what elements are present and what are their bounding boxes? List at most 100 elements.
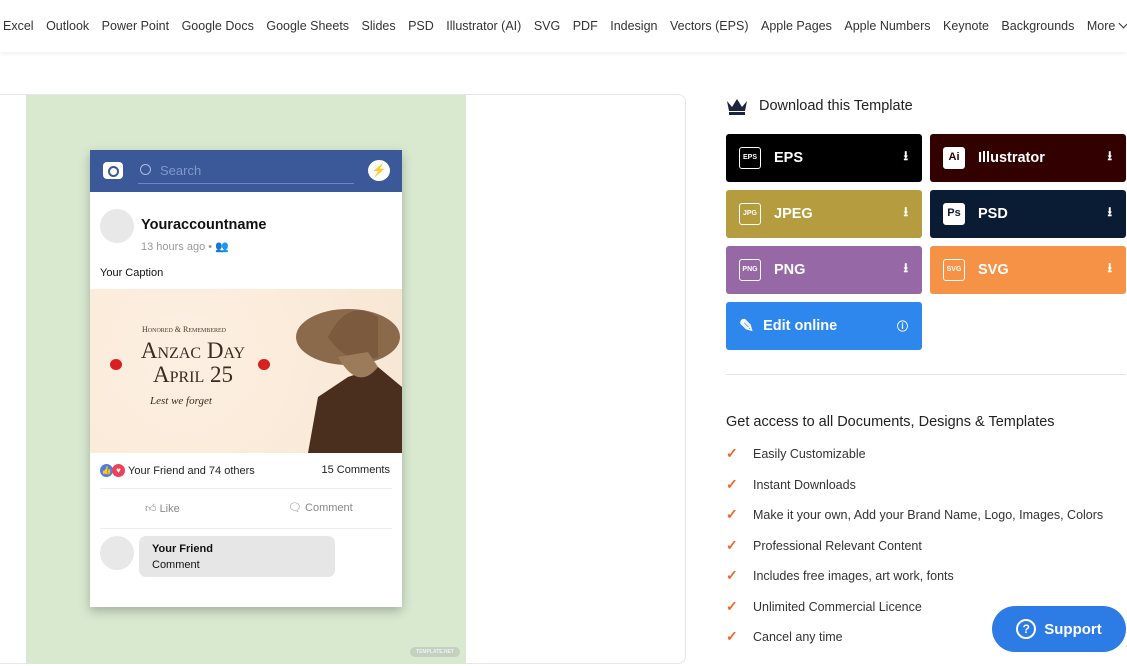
watermark: TEMPLATE.NET [410,647,460,657]
feature-text: Cancel any time [753,629,843,644]
edit-online-button[interactable]: ✎ Edit online ⓘ [726,302,922,350]
download-png-button[interactable]: PNG PNG ⭳ [726,246,922,294]
nav-indesign[interactable]: Indesign [610,19,657,33]
nav-psd[interactable]: PSD [408,19,434,33]
divider [100,528,392,529]
nav-svg[interactable]: SVG [534,19,560,33]
image-subtitle: Honored & Remembered [142,325,227,334]
post-caption: Your Caption [100,267,164,279]
feature-item: ✓ Professional Relevant Content [726,537,922,554]
nav-outlook[interactable]: Outlook [46,19,89,33]
feature-item: ✓ Cancel any time [726,628,843,645]
download-icon: ⭳ [903,204,908,219]
ps-icon: Ps [943,203,965,225]
soldier-illustration [296,309,402,453]
download-icon: ⭳ [1107,148,1112,163]
download-icon: ⭳ [1107,204,1112,219]
download-psd-button[interactable]: Ps PSD ⭳ [930,190,1126,238]
feature-text: Easily Customizable [753,446,866,461]
account-name: Youraccountname [141,217,267,233]
check-icon: ✓ [726,476,738,492]
nav-apple-pages[interactable]: Apple Pages [761,19,832,33]
download-svg-button[interactable]: SVG SVG ⭳ [930,246,1126,294]
friends-icon: 👥 [215,241,229,253]
feature-text: Includes free images, art work, fonts [753,568,954,583]
commenter-avatar [100,536,134,570]
camera-icon [103,162,123,179]
button-label: EPS [774,150,804,166]
download-illustrator-button[interactable]: Ai Illustrator ⭳ [930,134,1126,182]
anzac-day-image: Honored & Remembered Anzac Day April 25 L… [90,289,402,453]
image-tagline: Lest we forget [150,395,212,407]
nav-google-sheets[interactable]: Google Sheets [266,19,349,33]
image-title-line1: Anzac Day [140,338,246,363]
nav-illustrator[interactable]: Illustrator (AI) [446,19,521,33]
download-heading: Download this Template [726,97,913,115]
commenter-name: Your Friend [152,543,213,555]
check-icon: ✓ [726,628,738,644]
comment-bubble: Your Friend Comment [139,536,335,577]
nav-keynote[interactable]: Keynote [943,19,989,33]
image-title: Anzac Day April 25 [130,339,256,387]
nav-apple-numbers[interactable]: Apple Numbers [844,19,930,33]
nav-excel[interactable]: Excel [3,19,34,33]
post-time: 13 hours ago • 👥 [141,240,229,253]
feature-item: ✓ Easily Customizable [726,445,866,462]
messenger-icon: ⚡ [368,160,390,181]
question-icon: ? [1016,619,1037,639]
comment-button[interactable]: 🗨︎ Comment [288,501,353,514]
thumbs-up-icon: 👍︎ [145,503,157,515]
chevron-down-icon [1118,18,1127,29]
eps-file-icon: EPS [739,147,761,169]
button-label: PNG [774,262,806,278]
info-icon[interactable]: ⓘ [897,318,908,334]
support-label: Support [1044,620,1102,638]
download-icon: ⭳ [903,148,908,163]
feature-text: Professional Relevant Content [753,538,922,553]
comment-text: Comment [152,559,200,571]
reactions-summary[interactable]: 👍 ♥ Your Friend and 74 others [100,464,255,477]
feature-text: Unlimited Commercial Licence [753,599,922,614]
feature-text: Make it your own, Add your Brand Name, L… [753,507,1104,522]
divider [100,488,392,489]
download-jpeg-button[interactable]: JPG JPEG ⭳ [726,190,922,238]
check-icon: ✓ [726,567,738,583]
poppy-icon [110,359,122,370]
feature-item: ✓ Includes free images, art work, fonts [726,567,954,584]
like-button[interactable]: 👍︎ Like [145,502,180,515]
download-eps-button[interactable]: EPS EPS ⭳ [726,134,922,182]
poppy-icon [258,359,270,370]
button-label: Edit online [763,318,838,334]
download-icon: ⭳ [1107,260,1112,275]
check-icon: ✓ [726,598,738,614]
feature-text: Instant Downloads [753,477,856,492]
format-nav: Excel Outlook Power Point Google Docs Go… [0,0,1127,52]
jpg-file-icon: JPG [739,203,761,225]
comments-count[interactable]: 15 Comments [322,464,390,476]
support-button[interactable]: ? Support [992,606,1126,652]
ai-icon: Ai [943,147,965,169]
nav-google-docs[interactable]: Google Docs [182,19,254,33]
fb-header: Search ⚡ [90,150,402,192]
speech-bubble-icon: 🗨︎ [288,502,302,514]
button-label: SVG [978,262,1009,278]
pencil-icon: ✎ [739,315,755,336]
divider [726,374,1126,375]
download-title: Download this Template [759,98,913,114]
nav-more-label: More [1086,19,1116,33]
svg-file-icon: SVG [943,259,965,281]
reactions-text: Your Friend and 74 others [128,464,255,477]
feature-item: ✓ Instant Downloads [726,476,856,493]
check-icon: ✓ [726,506,738,522]
nav-more[interactable]: More [1086,18,1127,33]
nav-vectors[interactable]: Vectors (EPS) [670,19,749,33]
facebook-post-mockup: Search ⚡ Youraccountname 13 hours ago • … [90,150,402,607]
button-label: JPEG [774,206,813,222]
nav-pdf[interactable]: PDF [573,19,598,33]
nav-slides[interactable]: Slides [362,19,396,33]
nav-backgrounds[interactable]: Backgrounds [1001,19,1074,33]
crown-icon [727,99,747,115]
nav-powerpoint[interactable]: Power Point [102,19,169,33]
download-icon: ⭳ [903,260,908,275]
comment-label: Comment [305,502,353,514]
